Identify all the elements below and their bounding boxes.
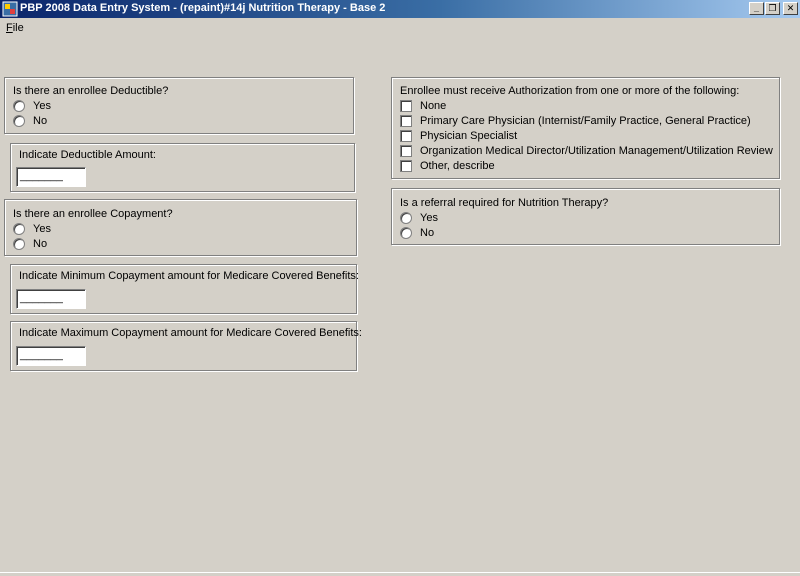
deductible-amount-label: Indicate Deductible Amount: <box>19 149 156 161</box>
max-copay-field[interactable]: _______ <box>16 346 86 366</box>
auth-none-label: None <box>420 100 447 112</box>
deductible-question: Is there an enrollee Deductible? <box>13 85 169 97</box>
deductible-yes-label: Yes <box>33 100 51 112</box>
auth-other-label: Other, describe <box>420 160 495 172</box>
close-icon: ✕ <box>786 3 795 13</box>
max-copay-label: Indicate Maximum Copayment amount for Me… <box>19 327 362 339</box>
deductible-no-label: No <box>33 115 48 127</box>
referral-group: Is a referral required for Nutrition The… <box>391 188 780 245</box>
auth-pcp-label: Primary Care Physician (Internist/Family… <box>420 115 751 127</box>
referral-yes-label: Yes <box>420 212 438 224</box>
auth-other-checkbox[interactable] <box>400 160 412 172</box>
auth-specialist-label: Physician Specialist <box>420 130 518 142</box>
copayment-no-label: No <box>33 238 48 250</box>
copayment-yes-label: Yes <box>33 223 51 235</box>
restore-icon: ❐ <box>768 3 777 13</box>
referral-question: Is a referral required for Nutrition The… <box>400 197 609 209</box>
authorization-group: Enrollee must receive Authorization from… <box>391 77 780 179</box>
copayment-group: Is there an enrollee Copayment? Yes No <box>4 199 357 256</box>
copayment-yes-radio[interactable] <box>13 223 25 235</box>
bottom-edge <box>0 572 800 576</box>
max-copay-group: Indicate Maximum Copayment amount for Me… <box>10 321 362 371</box>
auth-pcp-checkbox[interactable] <box>400 115 412 127</box>
menu-bar: File <box>0 19 800 37</box>
menu-file-accelerator: F <box>6 22 13 34</box>
deductible-yes-radio[interactable] <box>13 100 25 112</box>
authorization-question: Enrollee must receive Authorization from… <box>400 85 740 97</box>
menu-file-label: ile <box>12 22 24 34</box>
min-copay-field[interactable]: _______ <box>16 289 86 309</box>
auth-medical-director-checkbox[interactable] <box>400 145 412 157</box>
copayment-question: Is there an enrollee Copayment? <box>13 208 173 220</box>
minimize-button[interactable]: _ <box>749 2 764 15</box>
referral-no-label: No <box>420 227 435 239</box>
restore-button[interactable]: ❐ <box>765 2 780 15</box>
auth-specialist-checkbox[interactable] <box>400 130 412 142</box>
window-title: PBP 2008 Data Entry System - (repaint)#1… <box>20 2 386 14</box>
auth-none-checkbox[interactable] <box>400 100 412 112</box>
menu-file[interactable]: File <box>6 22 24 34</box>
deductible-no-radio[interactable] <box>13 115 25 127</box>
deductible-amount-group: Indicate Deductible Amount: _______ <box>10 143 355 192</box>
minimize-icon: _ <box>753 3 759 13</box>
referral-yes-radio[interactable] <box>400 212 412 224</box>
close-button[interactable]: ✕ <box>783 2 798 15</box>
title-bar[interactable]: PBP 2008 Data Entry System - (repaint)#1… <box>0 0 800 18</box>
deductible-group: Is there an enrollee Deductible? Yes No <box>4 77 354 134</box>
app-icon[interactable] <box>2 1 18 17</box>
referral-no-radio[interactable] <box>400 227 412 239</box>
copayment-no-radio[interactable] <box>13 238 25 250</box>
min-copay-group: Indicate Minimum Copayment amount for Me… <box>10 264 359 314</box>
min-copay-label: Indicate Minimum Copayment amount for Me… <box>19 270 359 282</box>
deductible-amount-field[interactable]: _______ <box>16 167 86 187</box>
auth-medical-director-label: Organization Medical Director/Utilizatio… <box>420 145 773 157</box>
